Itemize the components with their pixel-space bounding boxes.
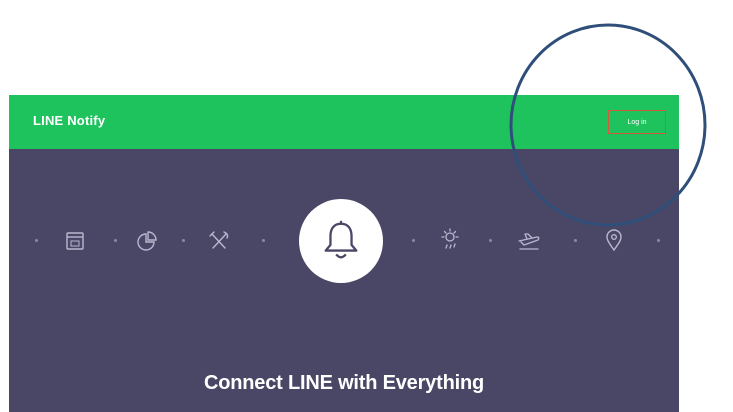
screenshot-stage: LINE Notify Log in Connect LINE with Eve… [0,0,733,412]
separator-dot [574,239,577,242]
separator-dot [657,239,660,242]
calendar-icon [62,228,88,254]
brand-logo[interactable]: LINE Notify [33,113,105,128]
utensils-icon [206,228,232,254]
top-navbar: LINE Notify Log in [9,95,679,149]
separator-dot [182,239,185,242]
weather-icon [437,226,463,252]
separator-dot [489,239,492,242]
separator-dot [412,239,415,242]
separator-dot [262,239,265,242]
service-icon-row [9,187,679,285]
line-notify-page: LINE Notify Log in Connect LINE with Eve… [9,95,679,412]
bell-icon [299,199,383,283]
separator-dot [35,239,38,242]
login-button[interactable]: Log in [608,110,666,134]
separator-dot [114,239,117,242]
plane-icon [516,228,542,254]
hero-headline: Connect LINE with Everything [204,372,484,394]
location-pin-icon [601,227,627,253]
pie-chart-icon [134,228,160,254]
